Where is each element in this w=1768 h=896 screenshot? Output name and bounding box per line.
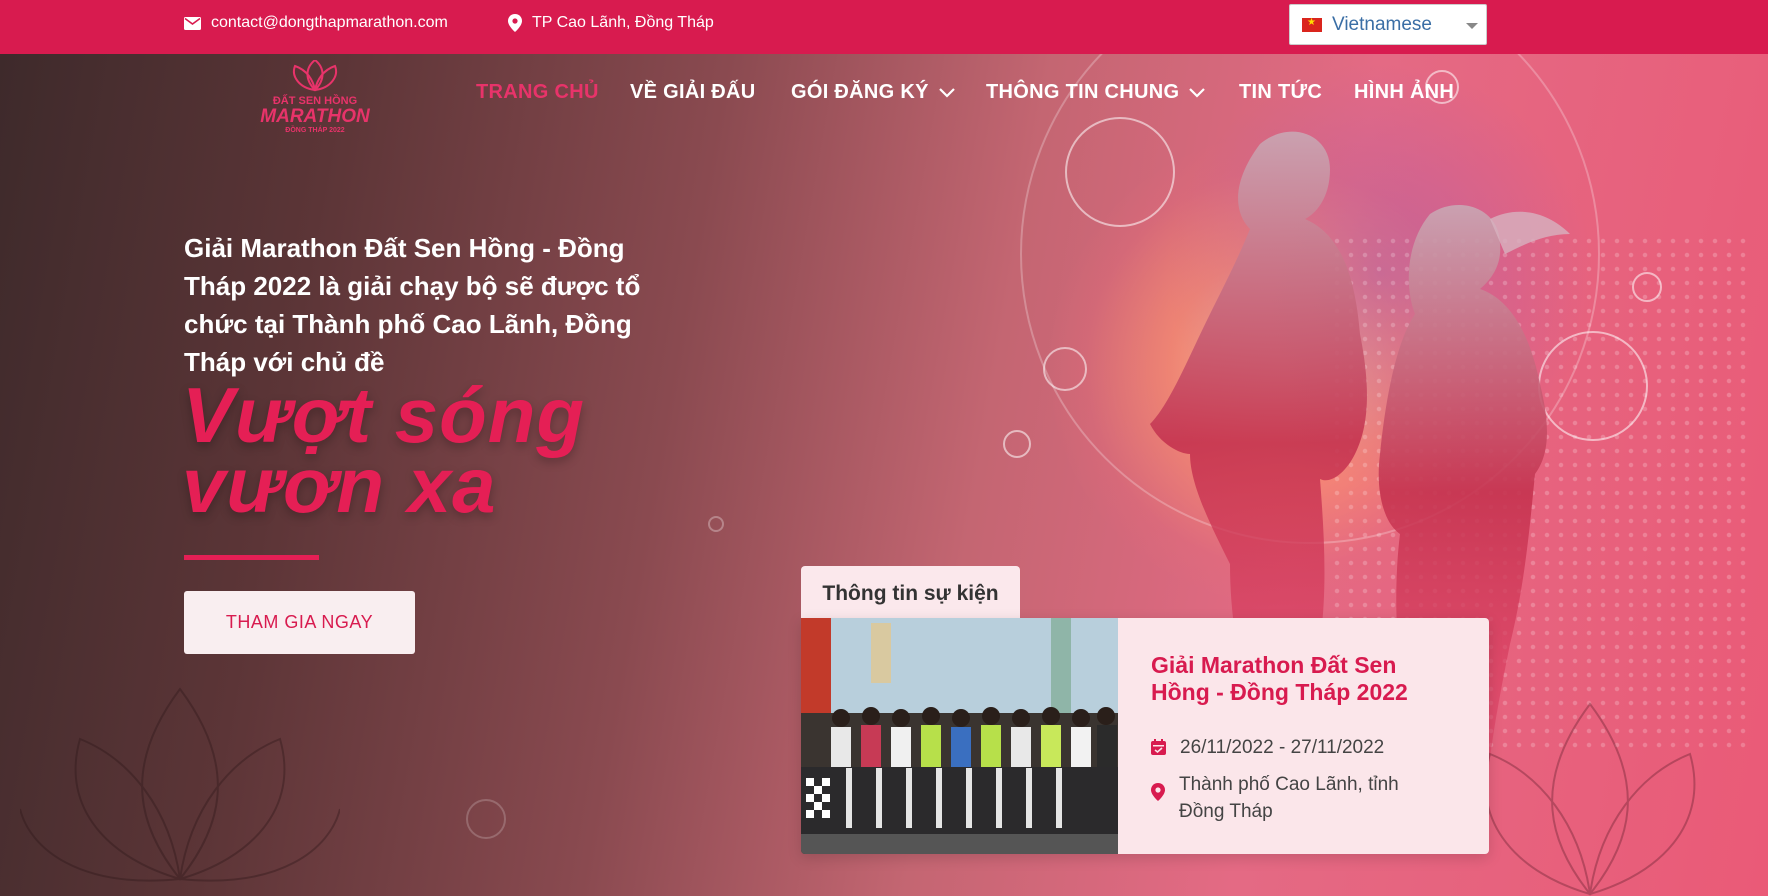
nav-label: VỀ GIẢI ĐẤU	[630, 81, 756, 103]
join-now-button[interactable]: THAM GIA NGAY	[184, 591, 415, 654]
contact-email[interactable]: contact@dongthapmarathon.com	[184, 14, 448, 32]
event-dates: 26/11/2022 - 27/11/2022	[1151, 734, 1384, 761]
slogan-line1: Vượt sóng	[182, 371, 586, 459]
ring-decor	[1003, 430, 1031, 458]
nav-label: TRANG CHỦ	[476, 81, 599, 103]
nav-label: GÓI ĐĂNG KÝ	[791, 81, 929, 103]
slogan-divider	[184, 555, 319, 560]
location-text: TP Cao Lãnh, Đồng Tháp	[532, 14, 714, 31]
chevron-down-icon	[938, 87, 955, 98]
nav-item-news[interactable]: TIN TỨC	[1239, 81, 1322, 104]
nav-label: HÌNH ẢNH	[1354, 81, 1455, 103]
language-label: Vietnamese	[1332, 13, 1432, 35]
nav-item-home[interactable]: TRANG CHỦ	[476, 81, 599, 104]
event-card[interactable]: Giải Marathon Đất Sen Hồng - Đồng Tháp 2…	[801, 618, 1489, 854]
top-bar: contact@dongthapmarathon.com TP Cao Lãnh…	[0, 0, 1768, 54]
nav-label: THÔNG TIN CHUNG	[986, 81, 1180, 103]
nav-item-gallery[interactable]: HÌNH ẢNH	[1354, 81, 1454, 104]
hero-intro: Giải Marathon Đất Sen Hồng - Đồng Tháp 2…	[184, 233, 641, 377]
contact-location: TP Cao Lãnh, Đồng Tháp	[508, 14, 714, 32]
nav-label: TIN TỨC	[1239, 81, 1323, 103]
lotus-logo-icon: ĐẤT SEN HỒNG MARATHON ĐỒNG THÁP 2022	[260, 58, 371, 134]
lotus-decor-left	[20, 687, 340, 882]
calendar-icon	[1151, 739, 1166, 755]
hero-section: ĐẤT SEN HỒNG MARATHON ĐỒNG THÁP 2022 TRA…	[0, 54, 1768, 896]
vietnam-flag-icon	[1302, 17, 1322, 32]
ring-decor	[466, 799, 506, 839]
hero-slogan: Vượt sóng vươn xa	[182, 371, 782, 529]
event-place-text: Thành phố Cao Lãnh, tỉnh Đồng Tháp	[1179, 774, 1399, 822]
nav-item-registration[interactable]: GÓI ĐĂNG KÝ	[791, 81, 955, 104]
nav-item-about[interactable]: VỀ GIẢI ĐẤU	[630, 81, 756, 104]
map-pin-icon	[1151, 783, 1165, 801]
logo-line2: MARATHON	[260, 106, 371, 127]
runners-crowd-photo	[801, 618, 1118, 854]
event-photo	[801, 618, 1118, 854]
event-title[interactable]: Giải Marathon Đất Sen Hồng - Đồng Tháp 2…	[1151, 652, 1461, 706]
nav-item-general-info[interactable]: THÔNG TIN CHUNG	[986, 81, 1206, 104]
chevron-down-icon	[1189, 87, 1206, 98]
ring-decor	[1632, 272, 1662, 302]
caret-down-icon	[1466, 23, 1478, 29]
envelope-icon	[184, 16, 201, 30]
slogan-line2: vươn xa	[182, 441, 497, 529]
event-dates-text: 26/11/2022 - 27/11/2022	[1180, 737, 1385, 758]
site-logo[interactable]: ĐẤT SEN HỒNG MARATHON ĐỒNG THÁP 2022	[255, 58, 375, 140]
event-place: Thành phố Cao Lãnh, tỉnh Đồng Tháp	[1151, 771, 1421, 825]
email-text: contact@dongthapmarathon.com	[211, 14, 448, 31]
event-info-tab[interactable]: Thông tin sự kiện	[801, 566, 1020, 622]
map-pin-icon	[508, 14, 522, 32]
language-select[interactable]: Vietnamese	[1289, 4, 1487, 45]
